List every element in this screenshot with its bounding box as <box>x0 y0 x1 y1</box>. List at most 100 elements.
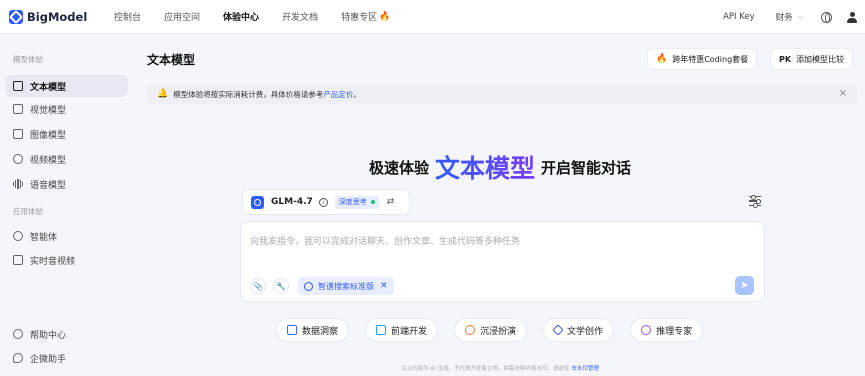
quick-action-label: 推理专家 <box>656 326 693 337</box>
close-icon[interactable]: ✕ <box>380 281 388 291</box>
sidebar-item-help-center[interactable]: 帮助中心 <box>6 323 128 345</box>
quick-actions: 数据洞察 前端开发 沉浸扮演 文学创作 推理专家 <box>277 319 720 341</box>
vision-model-icon <box>13 104 23 114</box>
agent-icon <box>13 231 23 241</box>
sidebar-item-label: 视频模型 <box>30 155 67 166</box>
watermark-link[interactable]: 去水印管理 <box>571 366 599 372</box>
top-bar: BigModel 控制台 应用空间 体验中心 开发文档 特惠专区 🔥 API K… <box>0 0 865 34</box>
settings-sliders-icon[interactable] <box>749 194 761 209</box>
quick-action-writing[interactable]: 文学创作 <box>544 319 614 341</box>
ai-disclaimer: 以上内容为 AI 生成，不代表开发者立场，如需去除内容水印，请前往 去水印管理 <box>135 364 865 372</box>
sidebar-item-image-model[interactable]: 图像模型 <box>6 123 128 145</box>
sidebar-item-voice-model[interactable]: 语音模型 <box>6 173 128 195</box>
api-key-link[interactable]: API Key <box>723 12 755 22</box>
sidebar-item-label: 智能体 <box>30 232 58 243</box>
notice-text: 模型体验将按实际消耗计费，具体价格请参考 <box>173 89 324 99</box>
voice-model-icon <box>13 179 23 189</box>
sidebar-item-label: 图像模型 <box>30 130 67 141</box>
wrench-icon[interactable]: 🔧 <box>273 278 289 294</box>
nav-item-dev-docs[interactable]: 开发文档 <box>282 10 318 23</box>
pk-icon: PK <box>779 54 792 64</box>
coding-plan-promo-button[interactable]: 🔥 跨年特惠Coding套餐 <box>648 49 757 69</box>
model-selector[interactable]: GLM-4.7 i 深度思考 ⇄ <box>243 190 409 214</box>
quick-action-reasoning[interactable]: 推理专家 <box>631 319 703 341</box>
main-content: 文本模型 🔥 跨年特惠Coding套餐 PK 添加模型比较 🔔 模型体验将按实际… <box>135 34 865 376</box>
pen-icon <box>552 324 564 336</box>
quick-action-label: 前端开发 <box>391 326 428 337</box>
web-search-label: 智谱搜索标准版 <box>318 281 374 291</box>
realtime-av-icon <box>13 255 23 265</box>
sidebar-item-label: 视觉模型 <box>30 105 67 116</box>
finance-menu[interactable]: 财务 ⌵ <box>775 11 803 24</box>
fire-icon: 🔥 <box>656 54 668 64</box>
model-name: GLM-4.7 <box>271 197 313 207</box>
sidebar-item-label: 语音模型 <box>30 180 67 191</box>
quick-action-label: 沉浸扮演 <box>480 326 517 337</box>
nav-item-console[interactable]: 控制台 <box>114 10 141 23</box>
nav-item-special-offers[interactable]: 特惠专区 🔥 <box>341 10 391 24</box>
add-model-compare-button[interactable]: PK 添加模型比较 <box>771 49 853 69</box>
text-model-icon <box>13 81 23 91</box>
sidebar-section-apps: 应用体验 <box>13 207 43 216</box>
add-model-compare-label: 添加模型比较 <box>796 54 845 64</box>
code-icon <box>376 325 387 335</box>
quick-action-data-insight[interactable]: 数据洞察 <box>277 319 349 341</box>
brand-logo[interactable]: BigModel <box>9 9 109 24</box>
paperclip-icon[interactable]: 📎 <box>250 278 266 294</box>
help-icon <box>13 329 23 339</box>
quick-action-frontend[interactable]: 前端开发 <box>366 319 438 341</box>
bell-icon: 🔔 <box>157 89 169 99</box>
wecom-icon <box>13 353 23 363</box>
quick-action-roleplay[interactable]: 沉浸扮演 <box>455 319 527 341</box>
web-search-chip[interactable]: 智谱搜索标准版 ✕ <box>298 277 394 295</box>
hero-highlight: 文本模型 <box>435 149 535 185</box>
sidebar-item-realtime-av[interactable]: 实时音视频 <box>6 249 128 271</box>
brand-logo-icon <box>9 9 23 24</box>
sidebar-item-label: 实时音视频 <box>30 256 76 267</box>
brand-name: BigModel <box>27 9 88 24</box>
hero-suffix: 开启智能对话 <box>541 158 632 177</box>
glm-logo-icon <box>251 195 264 209</box>
disclaimer-text: 以上内容为 AI 生成，不代表开发者立场，如需去除内容水印，请前往 <box>401 366 570 372</box>
chat-input[interactable]: 向我发指令，我可以完成对话聊天、创作文章、生成代码等多种任务 <box>250 234 520 247</box>
quick-action-label: 数据洞察 <box>302 326 339 337</box>
pricing-link[interactable]: 产品定价 <box>323 89 353 100</box>
sidebar-item-label: 帮助中心 <box>30 330 67 341</box>
globe-icon <box>304 281 313 291</box>
sidebar-item-text-model[interactable]: 文本模型 <box>6 75 128 97</box>
sidebar-item-video-model[interactable]: 视频模型 <box>6 148 128 170</box>
chat-input-card: 向我发指令，我可以完成对话聊天、创作文章、生成代码等多种任务 📎 🔧 智谱搜索标… <box>241 222 764 301</box>
chart-icon <box>287 325 297 335</box>
hero-heading: 极速体验 文本模型 开启智能对话 <box>135 149 865 185</box>
video-model-icon <box>13 154 23 164</box>
bulb-icon <box>641 325 652 335</box>
sidebar-item-label: 企微助手 <box>30 354 67 365</box>
sidebar-item-wecom-assistant[interactable]: 企微助手 <box>6 347 128 369</box>
user-icon[interactable] <box>847 11 857 23</box>
coding-plan-promo-label: 跨年特惠Coding套餐 <box>672 54 749 64</box>
finance-label: 财务 <box>775 13 793 23</box>
page-title: 文本模型 <box>147 53 196 67</box>
deep-think-toggle[interactable]: 深度思考 <box>334 195 379 209</box>
fire-icon: 🔥 <box>379 11 391 22</box>
notice-end: 。 <box>353 89 361 99</box>
header-right: API Key 财务 ⌵ <box>723 0 865 34</box>
sidebar-item-vision-model[interactable]: 视觉模型 <box>6 98 128 120</box>
globe-icon[interactable] <box>821 11 832 23</box>
close-icon[interactable]: × <box>839 88 847 99</box>
nav-item-experience-center[interactable]: 体验中心 <box>223 10 259 23</box>
sidebar-item-agent[interactable]: 智能体 <box>6 225 128 247</box>
sidebar-section-models: 模型体验 <box>13 55 43 64</box>
image-model-icon <box>13 129 23 139</box>
send-button[interactable]: ➤ <box>735 276 754 295</box>
nav-item-special-offers-label: 特惠专区 <box>341 13 378 23</box>
hero-prefix: 极速体验 <box>368 158 429 177</box>
sidebar-item-label: 文本模型 <box>30 82 67 93</box>
info-icon[interactable]: i <box>318 197 328 207</box>
sidebar: 模型体验 文本模型 视觉模型 图像模型 视频模型 语音模型 应用体验 智能体 实… <box>0 34 135 376</box>
swap-icon[interactable]: ⇄ <box>387 197 395 207</box>
nav-item-app-space[interactable]: 应用空间 <box>164 10 200 23</box>
quick-action-label: 文学创作 <box>567 326 604 337</box>
top-nav: 控制台 应用空间 体验中心 开发文档 特惠专区 🔥 <box>114 10 413 24</box>
mask-icon <box>465 325 476 335</box>
